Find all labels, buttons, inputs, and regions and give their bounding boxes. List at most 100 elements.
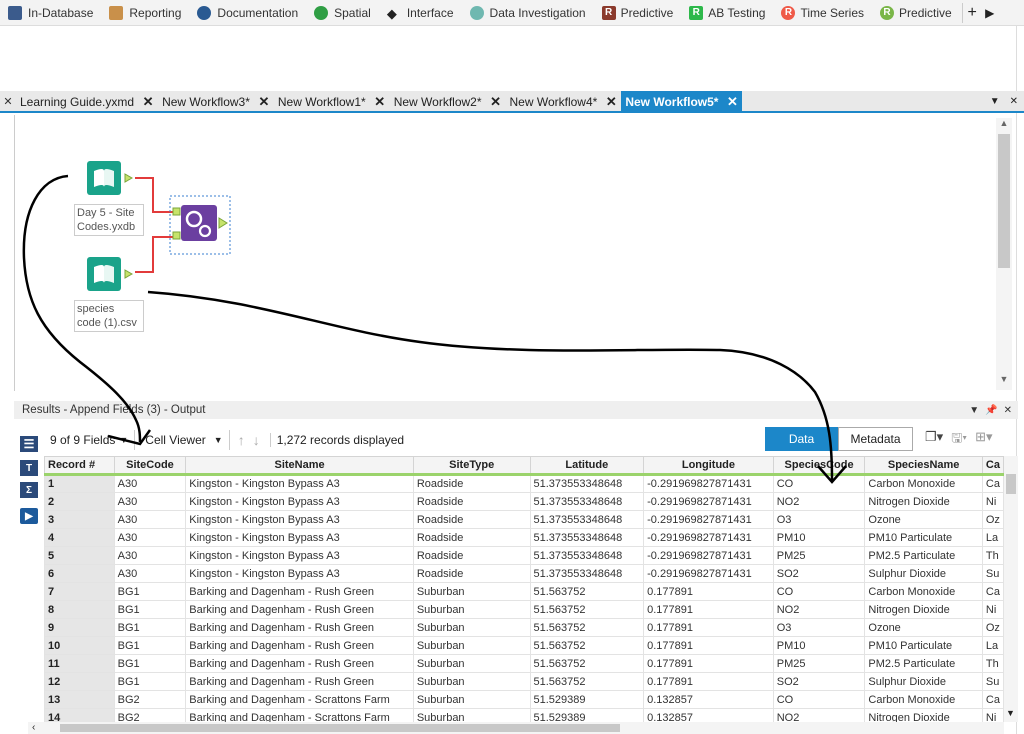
summary-icon[interactable]: Σ xyxy=(20,482,38,498)
table-cell[interactable]: Ca xyxy=(981,474,1004,493)
tool-category-predictive[interactable]: R Predictive xyxy=(872,0,960,25)
table-cell[interactable]: 51.373553348648 xyxy=(529,528,645,547)
table-cell[interactable]: Kingston - Kingston Bypass A3 xyxy=(185,474,414,493)
table-cell[interactable]: Roadside xyxy=(412,528,531,547)
close-icon[interactable]: ✕ xyxy=(605,94,617,110)
table-cell[interactable]: 51.373553348648 xyxy=(529,474,645,493)
tag-icon[interactable]: ▶ xyxy=(20,508,38,524)
table-cell[interactable]: 6 xyxy=(44,564,115,583)
table-row[interactable]: 12 BG1 Barking and Dagenham - Rush Green Su… xyxy=(44,672,1004,691)
table-cell[interactable]: NO2 xyxy=(772,600,866,619)
table-cell[interactable]: Roadside xyxy=(412,510,531,529)
close-icon[interactable]: ✕ xyxy=(142,94,154,110)
table-cell[interactable]: -0.291969827871431 xyxy=(643,510,774,529)
table-cell[interactable]: Ca xyxy=(981,690,1004,709)
table-cell[interactable]: Oz xyxy=(981,510,1004,529)
table-cell[interactable]: Barking and Dagenham - Rush Green xyxy=(185,654,414,673)
table-cell[interactable]: La xyxy=(981,528,1004,547)
table-cell[interactable]: PM2.5 Particulate xyxy=(864,654,983,673)
scroll-thumb[interactable] xyxy=(998,134,1010,268)
table-cell[interactable]: Roadside xyxy=(412,474,531,493)
table-cell[interactable]: A30 xyxy=(113,510,187,529)
next-categories-icon[interactable]: ▶ xyxy=(982,6,998,20)
tool-category-interface[interactable]: ◆ Interface xyxy=(379,0,462,25)
table-cell[interactable]: 0.177891 xyxy=(643,582,774,601)
table-row[interactable]: 5 A30 Kingston - Kingston Bypass A3 Roadsid… xyxy=(44,546,1004,565)
column-header[interactable]: Ca xyxy=(981,456,1004,476)
table-cell[interactable]: Th xyxy=(981,546,1004,565)
table-cell[interactable]: 3 xyxy=(44,510,115,529)
table-cell[interactable]: BG1 xyxy=(113,600,187,619)
scroll-thumb[interactable] xyxy=(60,724,620,732)
table-row[interactable]: 13 BG2 Barking and Dagenham - Scrattons Fa… xyxy=(44,690,1004,709)
fields-selector[interactable]: 9 of 9 Fields ▼ xyxy=(44,430,136,450)
table-cell[interactable]: 1 xyxy=(44,474,115,493)
table-cell[interactable]: 12 xyxy=(44,672,115,691)
dropdown-icon[interactable]: ▼ xyxy=(969,405,979,416)
table-cell[interactable]: BG2 xyxy=(113,690,187,709)
table-cell[interactable]: Suburban xyxy=(412,636,531,655)
table-cell[interactable]: 0.177891 xyxy=(643,672,774,691)
table-cell[interactable]: Nitrogen Dioxide xyxy=(864,492,983,511)
table-cell[interactable]: -0.291969827871431 xyxy=(643,546,774,565)
table-cell[interactable]: A30 xyxy=(113,492,187,511)
table-cell[interactable]: Carbon Monoxide xyxy=(864,690,983,709)
table-cell[interactable]: Su xyxy=(981,672,1004,691)
table-cell[interactable]: A30 xyxy=(113,564,187,583)
table-cell[interactable]: Carbon Monoxide xyxy=(864,474,983,493)
table-cell[interactable]: 14 xyxy=(44,708,115,722)
tool-category-documentation[interactable]: Documentation xyxy=(189,0,306,25)
scroll-up-icon[interactable]: ▲ xyxy=(996,118,1012,132)
grid-horizontal-scrollbar[interactable]: ‹ xyxy=(28,722,1004,734)
table-cell[interactable]: Barking and Dagenham - Scrattons Farm xyxy=(185,690,414,709)
table-row[interactable]: 9 BG1 Barking and Dagenham - Rush Green Sub… xyxy=(44,618,1004,637)
table-cell[interactable]: 0.132857 xyxy=(643,708,774,722)
table-cell[interactable]: 51.563752 xyxy=(529,636,645,655)
table-cell[interactable]: 5 xyxy=(44,546,115,565)
table-row[interactable]: 7 BG1 Barking and Dagenham - Rush Green Sub… xyxy=(44,582,1004,601)
tab-workflow-4[interactable]: New Workflow4* ✕ xyxy=(506,91,622,113)
table-cell[interactable]: 10 xyxy=(44,636,115,655)
tool-category-data-investigation[interactable]: Data Investigation xyxy=(462,0,594,25)
table-cell[interactable]: BG1 xyxy=(113,672,187,691)
table-cell[interactable]: 4 xyxy=(44,528,115,547)
tab-workflow-5[interactable]: New Workflow5* ✕ xyxy=(621,91,743,113)
tabs-close-icon[interactable]: ✕ xyxy=(0,91,16,111)
table-cell[interactable]: Suburban xyxy=(412,618,531,637)
tab-dropdown-icon[interactable]: ▼ xyxy=(990,96,1000,107)
table-cell[interactable]: Kingston - Kingston Bypass A3 xyxy=(185,492,414,511)
table-row[interactable]: 8 BG1 Barking and Dagenham - Rush Green Sub… xyxy=(44,600,1004,619)
scroll-thumb[interactable] xyxy=(1006,474,1016,494)
table-cell[interactable]: Nitrogen Dioxide xyxy=(864,600,983,619)
table-cell[interactable]: Carbon Monoxide xyxy=(864,582,983,601)
table-cell[interactable]: La xyxy=(981,636,1004,655)
tool-category-time-series[interactable]: R Time Series xyxy=(773,0,872,25)
metadata-button[interactable]: Metadata xyxy=(838,427,913,451)
table-cell[interactable]: Suburban xyxy=(412,708,531,722)
table-cell[interactable]: Barking and Dagenham - Rush Green xyxy=(185,582,414,601)
table-cell[interactable]: 51.563752 xyxy=(529,618,645,637)
table-cell[interactable]: Barking and Dagenham - Rush Green xyxy=(185,636,414,655)
table-cell[interactable]: Suburban xyxy=(412,672,531,691)
table-cell[interactable]: A30 xyxy=(113,474,187,493)
tab-workflow-0[interactable]: Learning Guide.yxmd ✕ xyxy=(16,91,158,113)
table-cell[interactable]: 7 xyxy=(44,582,115,601)
table-cell[interactable]: -0.291969827871431 xyxy=(643,474,774,493)
column-header[interactable]: Longitude xyxy=(643,456,774,476)
table-cell[interactable]: Barking and Dagenham - Rush Green xyxy=(185,672,414,691)
add-category-button[interactable]: + xyxy=(961,2,982,23)
close-icon[interactable]: ✕ xyxy=(726,94,738,110)
tab-workflow-1[interactable]: New Workflow3* ✕ xyxy=(158,91,274,113)
table-cell[interactable]: Ni xyxy=(981,600,1004,619)
column-header[interactable]: SiteName xyxy=(185,456,414,476)
table-cell[interactable]: 13 xyxy=(44,690,115,709)
tool-category-reporting[interactable]: Reporting xyxy=(101,0,189,25)
table-cell[interactable]: BG1 xyxy=(113,636,187,655)
table-row[interactable]: 6 A30 Kingston - Kingston Bypass A3 Roadsid… xyxy=(44,564,1004,583)
close-icon[interactable]: ✕ xyxy=(490,94,502,110)
column-header[interactable]: Record # xyxy=(44,456,115,476)
table-cell[interactable]: -0.291969827871431 xyxy=(643,564,774,583)
table-cell[interactable]: A30 xyxy=(113,546,187,565)
table-cell[interactable]: CO xyxy=(772,474,866,493)
table-cell[interactable]: Kingston - Kingston Bypass A3 xyxy=(185,564,414,583)
